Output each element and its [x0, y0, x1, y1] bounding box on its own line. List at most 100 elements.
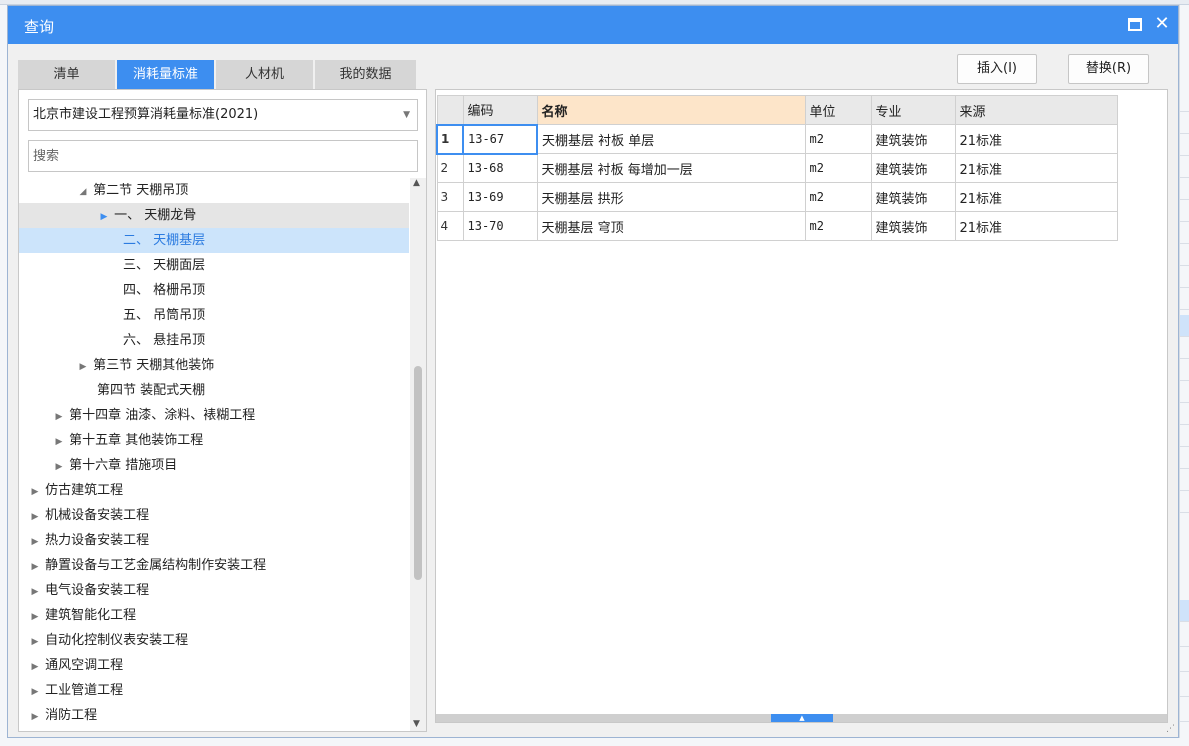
collapsed-triangle-icon[interactable]: ▶ [29, 555, 41, 580]
insert-button[interactable]: 插入(I) [957, 54, 1037, 84]
tree-node[interactable]: ▶ 热力设备安装工程 [19, 528, 409, 553]
tree-node[interactable]: ▶ 一、 天棚龙骨 [19, 203, 409, 228]
cell-code[interactable]: 13-67 [462, 123, 538, 155]
dialog-titlebar[interactable]: 查询 ✕ [8, 6, 1178, 44]
collapsed-triangle-icon[interactable]: ▶ [29, 530, 41, 555]
close-icon[interactable]: ✕ [1152, 12, 1172, 36]
replace-button[interactable]: 替换(R) [1068, 54, 1149, 84]
table-row[interactable]: 1 13-67 天棚基层 衬板 单层 m2 建筑装饰 21标准 [436, 123, 1118, 155]
table-row[interactable]: 4 13-70 天棚基层 穹顶 m2 建筑装饰 21标准 [436, 211, 1118, 241]
collapsed-triangle-icon[interactable]: ▶ [29, 655, 41, 680]
dialog-title: 查询 [24, 18, 55, 36]
tree-node[interactable]: 三、 天棚面层 [19, 253, 409, 278]
tree-node[interactable]: ▶ 仿古建筑工程 [19, 478, 409, 503]
tree-node[interactable]: 五、 吊筒吊顶 [19, 303, 409, 328]
row-number: 4 [436, 211, 464, 241]
tab-labor-material-machine[interactable]: 人材机 [216, 60, 313, 90]
search-input[interactable] [28, 140, 418, 172]
chapter-tree: ◢ 第二节 天棚吊顶 ▶ 一、 天棚龙骨 二、 天棚基层 三、 天棚面层 四、 … [19, 178, 409, 731]
tab-bill-list[interactable]: 清单 [18, 60, 115, 90]
tree-node[interactable]: ◢ 第二节 天棚吊顶 [19, 178, 409, 203]
cell-source[interactable]: 21标准 [954, 182, 1118, 212]
collapsed-triangle-icon[interactable]: ▶ [29, 480, 41, 505]
cell-unit[interactable]: m2 [804, 153, 872, 183]
cell-name[interactable]: 天棚基层 拱形 [536, 182, 806, 212]
tree-node[interactable]: 六、 悬挂吊顶 [19, 328, 409, 353]
background-right-edge [1179, 5, 1189, 746]
cell-source[interactable]: 21标准 [954, 124, 1118, 154]
scrollbar-thumb[interactable] [414, 366, 422, 580]
chevron-down-icon[interactable]: ▼ [403, 100, 410, 130]
tree-node[interactable]: ▶ 第十五章 其他装饰工程 [19, 428, 409, 453]
collapsed-triangle-icon[interactable]: ▶ [77, 355, 89, 380]
tree-node-selected[interactable]: 二、 天棚基层 [19, 228, 409, 253]
tree-node[interactable]: ▶ 机械设备安装工程 [19, 503, 409, 528]
cell-unit[interactable]: m2 [804, 211, 872, 241]
row-number-header [436, 95, 464, 125]
column-header-unit[interactable]: 单位 [804, 95, 872, 125]
tree-node[interactable]: ▶ 静置设备与工艺金属结构制作安装工程 [19, 553, 409, 578]
table-row[interactable]: 2 13-68 天棚基层 衬板 每增加一层 m2 建筑装饰 21标准 [436, 153, 1118, 183]
table-row[interactable]: 3 13-69 天棚基层 拱形 m2 建筑装饰 21标准 [436, 182, 1118, 212]
collapsed-triangle-icon[interactable]: ▶ [53, 455, 65, 480]
splitter-handle-icon[interactable]: ▲ [771, 714, 833, 722]
background-bottom-edge [0, 738, 1189, 746]
cell-major[interactable]: 建筑装饰 [870, 124, 956, 154]
cell-major[interactable]: 建筑装饰 [870, 153, 956, 183]
row-number: 3 [436, 182, 464, 212]
query-dialog: 查询 ✕ 清单 消耗量标准 人材机 我的数据 插入(I) 替换(R) 北京市建设… [7, 5, 1179, 738]
expanded-triangle-icon[interactable]: ◢ [77, 180, 89, 205]
standard-select[interactable]: 北京市建设工程预算消耗量标准(2021) ▼ [28, 99, 418, 131]
tree-node[interactable]: 四、 格栅吊顶 [19, 278, 409, 303]
cell-source[interactable]: 21标准 [954, 211, 1118, 241]
column-header-name[interactable]: 名称 [536, 95, 806, 125]
scroll-down-icon[interactable]: ▼ [413, 719, 420, 729]
collapsed-triangle-icon[interactable]: ▶ [29, 630, 41, 655]
column-header-major[interactable]: 专业 [870, 95, 956, 125]
tree-node[interactable]: ▶ 自动化控制仪表安装工程 [19, 628, 409, 653]
maximize-icon[interactable] [1128, 18, 1142, 31]
collapsed-triangle-icon[interactable]: ▶ [53, 405, 65, 430]
collapsed-triangle-icon[interactable]: ▶ [29, 505, 41, 530]
cell-major[interactable]: 建筑装饰 [870, 182, 956, 212]
tree-vertical-scrollbar[interactable]: ▲ ▼ [410, 178, 426, 731]
column-header-code[interactable]: 编码 [462, 95, 538, 125]
tree-node[interactable]: 第四节 装配式天棚 [19, 378, 409, 403]
background-left-edge [0, 5, 7, 746]
collapsed-triangle-icon[interactable]: ▶ [98, 205, 110, 230]
tree-node[interactable]: ▶ 建筑智能化工程 [19, 603, 409, 628]
tree-node[interactable]: ▶ 工业管道工程 [19, 678, 409, 703]
tab-consumption-standard[interactable]: 消耗量标准 [117, 60, 214, 90]
cell-unit[interactable]: m2 [804, 124, 872, 154]
cell-code[interactable]: 13-70 [462, 211, 538, 241]
results-table: 编码 名称 单位 专业 来源 1 13-67 天棚基层 衬板 单层 m2 建筑装… [436, 95, 1118, 241]
cell-name[interactable]: 天棚基层 穹顶 [536, 211, 806, 241]
standard-tree-panel: 北京市建设工程预算消耗量标准(2021) ▼ ◢ 第二节 天棚吊顶 ▶ 一、 天… [18, 89, 427, 732]
collapsed-triangle-icon[interactable]: ▶ [29, 705, 41, 730]
collapsed-triangle-icon[interactable]: ▶ [29, 580, 41, 605]
cell-unit[interactable]: m2 [804, 182, 872, 212]
grid-splitter-bar[interactable]: ▲ [436, 714, 1167, 722]
collapsed-triangle-icon[interactable]: ▶ [29, 680, 41, 705]
cell-code[interactable]: 13-69 [462, 182, 538, 212]
collapsed-triangle-icon[interactable]: ▶ [53, 430, 65, 455]
resize-grip-icon[interactable]: ⋰ [1166, 724, 1175, 734]
cell-source[interactable]: 21标准 [954, 153, 1118, 183]
table-header-row: 编码 名称 单位 专业 来源 [436, 95, 1118, 125]
tab-my-data[interactable]: 我的数据 [315, 60, 416, 90]
tree-node[interactable]: ▶ 第三节 天棚其他装饰 [19, 353, 409, 378]
results-grid-panel: 编码 名称 单位 专业 来源 1 13-67 天棚基层 衬板 单层 m2 建筑装… [435, 89, 1168, 723]
collapsed-triangle-icon[interactable]: ▶ [29, 605, 41, 630]
tree-node[interactable]: ▶ 电气设备安装工程 [19, 578, 409, 603]
tree-node[interactable]: ▶ 第十六章 措施项目 [19, 453, 409, 478]
cell-code[interactable]: 13-68 [462, 153, 538, 183]
column-header-source[interactable]: 来源 [954, 95, 1118, 125]
tree-node[interactable]: ▶ 消防工程 [19, 703, 409, 728]
standard-select-value: 北京市建设工程预算消耗量标准(2021) [33, 107, 259, 122]
tree-node[interactable]: ▶ 第十四章 油漆、涂料、裱糊工程 [19, 403, 409, 428]
cell-name[interactable]: 天棚基层 衬板 单层 [536, 124, 806, 154]
tree-node[interactable]: ▶ 通风空调工程 [19, 653, 409, 678]
cell-name[interactable]: 天棚基层 衬板 每增加一层 [536, 153, 806, 183]
scroll-up-icon[interactable]: ▲ [413, 178, 420, 188]
cell-major[interactable]: 建筑装饰 [870, 211, 956, 241]
